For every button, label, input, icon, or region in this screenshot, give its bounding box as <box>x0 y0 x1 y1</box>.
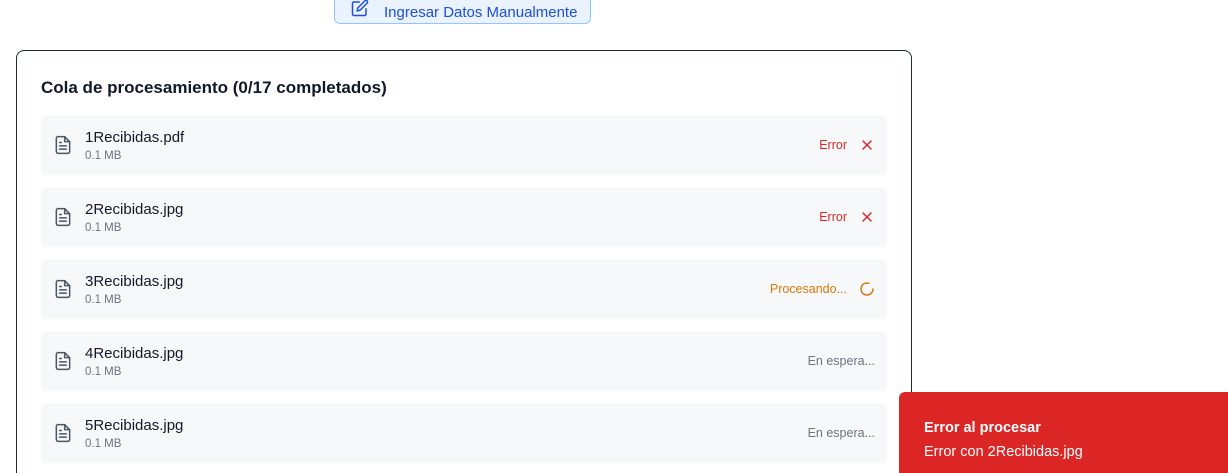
file-name: 5Recibidas.jpg <box>85 417 184 434</box>
file-name: 3Recibidas.jpg <box>85 273 184 290</box>
status-label: Procesando... <box>769 282 847 296</box>
toast-message: Error con 2Recibidas.jpg <box>924 444 1083 460</box>
file-size: 0.1 MB <box>85 366 122 378</box>
file-icon <box>53 207 73 227</box>
file-icon <box>53 351 73 371</box>
status-label: En espera... <box>807 354 875 368</box>
queue-item: 3Recibidas.jpg 0.1 MB Procesando... <box>41 259 887 319</box>
queue-item: 4Recibidas.jpg 0.1 MB En espera... <box>41 331 887 391</box>
file-icon <box>53 423 73 443</box>
status-label: En espera... <box>807 426 875 440</box>
queue-item: 5Recibidas.jpg 0.1 MB En espera... <box>41 403 887 463</box>
file-size: 0.1 MB <box>85 222 122 234</box>
manual-entry-button[interactable]: Ingresar Datos Manualmente <box>334 0 591 24</box>
manual-entry-label: Ingresar Datos Manualmente <box>384 3 578 21</box>
status-label: Error <box>819 210 847 224</box>
processing-queue-card: Cola de procesamiento (0/17 completados)… <box>16 50 912 473</box>
file-size: 0.1 MB <box>85 150 122 162</box>
queue-item: 1Recibidas.pdf 0.1 MB Error <box>41 115 887 175</box>
spinner-icon <box>859 281 875 297</box>
page: Ingresar Datos Manualmente Cola de proce… <box>0 0 1228 473</box>
queue-title: Cola de procesamiento (0/17 completados) <box>41 78 387 97</box>
file-icon <box>53 135 73 155</box>
file-name: 2Recibidas.jpg <box>85 201 184 218</box>
error-toast[interactable]: Error al procesar Error con 2Recibidas.j… <box>899 392 1228 473</box>
file-name: 1Recibidas.pdf <box>85 129 185 146</box>
toast-title: Error al procesar <box>924 420 1041 436</box>
close-icon <box>859 137 875 153</box>
queue-list: 1Recibidas.pdf 0.1 MB Error 2Recibidas.j… <box>41 115 887 473</box>
file-name: 4Recibidas.jpg <box>85 345 184 362</box>
file-icon <box>53 279 73 299</box>
close-icon <box>859 209 875 225</box>
queue-item: 2Recibidas.jpg 0.1 MB Error <box>41 187 887 247</box>
file-size: 0.1 MB <box>85 294 122 306</box>
edit-icon <box>351 0 369 17</box>
file-size: 0.1 MB <box>85 438 122 450</box>
status-label: Error <box>819 138 847 152</box>
